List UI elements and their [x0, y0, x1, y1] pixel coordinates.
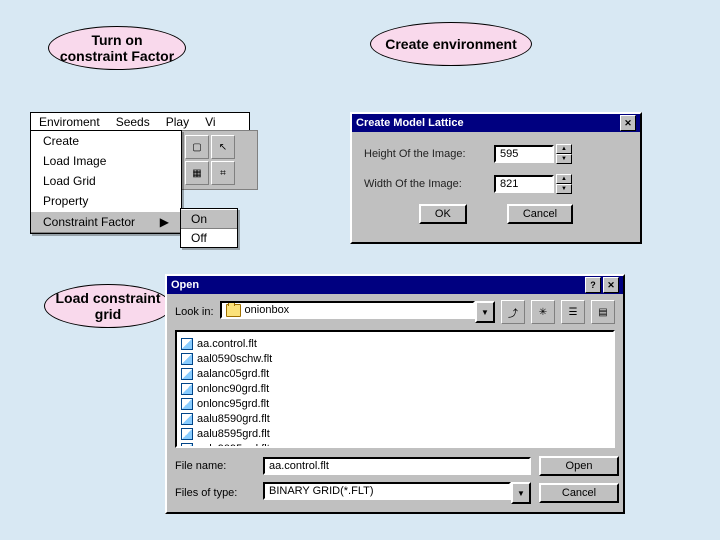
open-dialog-title: Open: [171, 279, 199, 291]
width-label: Width Of the Image:: [364, 178, 494, 190]
filter-label: Files of type:: [175, 487, 255, 499]
environment-dropdown: Create Load Image Load Grid Property Con…: [30, 130, 182, 234]
file-icon: [181, 368, 193, 380]
chevron-down-icon[interactable]: ▼: [556, 154, 572, 164]
list-item[interactable]: aal0590schw.flt: [181, 351, 609, 366]
menu-environment[interactable]: Enviroment: [31, 113, 108, 131]
width-input[interactable]: 821: [494, 175, 554, 193]
menu-item-label: Constraint Factor: [43, 215, 135, 229]
menubar: Enviroment Seeds Play Vi: [30, 112, 250, 132]
height-spinner[interactable]: ▲ ▼: [556, 144, 572, 164]
toolbar-icon[interactable]: ▢: [185, 135, 209, 159]
environment-menu-area: Enviroment Seeds Play Vi ▢ ↖ ▦ ⌗ Create …: [30, 112, 250, 258]
folder-icon: [226, 304, 241, 317]
tool-icon[interactable]: ⌗: [211, 161, 235, 185]
menu-item-property[interactable]: Property: [31, 191, 181, 211]
toolbar-icons: ▢ ↖ ▦ ⌗: [180, 130, 258, 190]
menu-play[interactable]: Play: [158, 113, 197, 131]
cancel-button[interactable]: Cancel: [507, 204, 573, 224]
create-dialog-titlebar: Create Model Lattice ✕: [352, 114, 640, 132]
open-button[interactable]: Open: [539, 456, 619, 476]
lookin-value: onionbox: [245, 304, 290, 316]
file-icon: [181, 443, 193, 449]
chevron-down-icon[interactable]: ▼: [475, 301, 495, 323]
menu-item-create[interactable]: Create: [31, 131, 181, 151]
list-item[interactable]: onlonc90grd.flt: [181, 381, 609, 396]
open-dialog-titlebar: Open ? ✕: [167, 276, 623, 294]
arrow-icon[interactable]: ↖: [211, 135, 235, 159]
file-icon: [181, 338, 193, 350]
file-listing[interactable]: aa.control.flt aal0590schw.flt aalanc05g…: [175, 330, 615, 448]
height-input[interactable]: 595: [494, 145, 554, 163]
grid-icon[interactable]: ▦: [185, 161, 209, 185]
list-item[interactable]: aalu8590grd.flt: [181, 411, 609, 426]
width-spinner[interactable]: ▲ ▼: [556, 174, 572, 194]
bubble-load-constraint-grid: Load constraint grid: [44, 284, 172, 328]
bubble-create-environment: Create environment: [370, 22, 532, 66]
height-label: Height Of the Image:: [364, 148, 494, 160]
lookin-combo[interactable]: onionbox: [220, 301, 475, 319]
open-dialog: Open ? ✕ Look in: onionbox ▼ ⤴ ✳ ☰ ▤ aa.…: [165, 274, 625, 514]
list-view-icon[interactable]: ☰: [561, 300, 585, 324]
create-dialog-title: Create Model Lattice: [356, 117, 464, 129]
bubble-turn-on-constraint: Turn on constraint Factor: [48, 26, 186, 70]
file-icon: [181, 353, 193, 365]
file-icon: [181, 428, 193, 440]
submenu-off[interactable]: Off: [181, 229, 237, 247]
list-item[interactable]: aalanc05grd.flt: [181, 366, 609, 381]
list-item[interactable]: onlonc95grd.flt: [181, 396, 609, 411]
chevron-down-icon[interactable]: ▼: [556, 184, 572, 194]
submenu-arrow-icon: ▶: [160, 215, 169, 229]
new-folder-icon[interactable]: ✳: [531, 300, 555, 324]
filename-label: File name:: [175, 460, 255, 472]
menu-item-load-grid[interactable]: Load Grid: [31, 171, 181, 191]
create-model-lattice-dialog: Create Model Lattice ✕ Height Of the Ima…: [350, 112, 642, 244]
up-one-level-icon[interactable]: ⤴: [501, 300, 525, 324]
file-icon: [181, 383, 193, 395]
chevron-up-icon[interactable]: ▲: [556, 174, 572, 184]
file-icon: [181, 413, 193, 425]
menu-item-constraint-factor[interactable]: Constraint Factor ▶: [31, 211, 181, 233]
help-icon[interactable]: ?: [585, 277, 601, 293]
lookin-label: Look in:: [175, 306, 214, 318]
constraint-submenu: On Off: [180, 208, 238, 248]
list-item[interactable]: aa.control.flt: [181, 336, 609, 351]
submenu-on[interactable]: On: [181, 209, 237, 229]
menu-vi[interactable]: Vi: [197, 113, 223, 131]
chevron-down-icon[interactable]: ▼: [511, 482, 531, 504]
close-icon[interactable]: ✕: [603, 277, 619, 293]
filter-combo[interactable]: BINARY GRID(*.FLT): [263, 482, 511, 500]
details-view-icon[interactable]: ▤: [591, 300, 615, 324]
list-item[interactable]: aalu9095grd.flt: [181, 441, 609, 448]
file-icon: [181, 398, 193, 410]
menu-item-load-image[interactable]: Load Image: [31, 151, 181, 171]
list-item[interactable]: aalu8595grd.flt: [181, 426, 609, 441]
menu-seeds[interactable]: Seeds: [108, 113, 158, 131]
filename-input[interactable]: aa.control.flt: [263, 457, 531, 475]
close-icon[interactable]: ✕: [620, 115, 636, 131]
cancel-button[interactable]: Cancel: [539, 483, 619, 503]
ok-button[interactable]: OK: [419, 204, 467, 224]
chevron-up-icon[interactable]: ▲: [556, 144, 572, 154]
